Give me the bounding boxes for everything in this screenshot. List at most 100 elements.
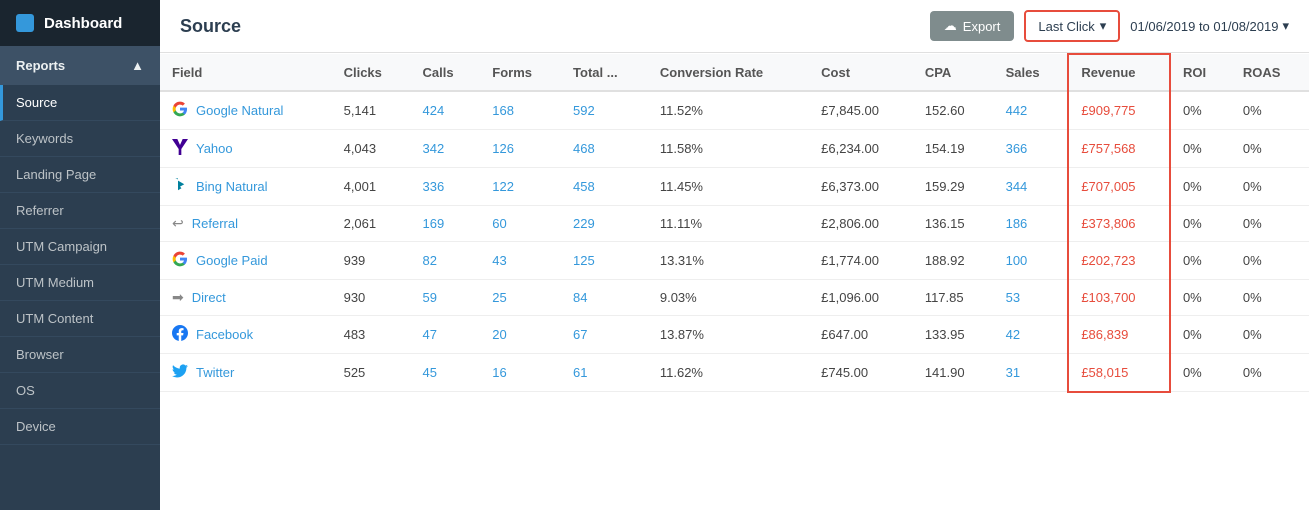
- cell-calls: 59: [411, 280, 481, 316]
- col-header-cost: Cost: [809, 54, 913, 91]
- source-icon: ↩: [172, 215, 184, 232]
- cell-clicks: 525: [332, 354, 411, 392]
- cell-clicks: 5,141: [332, 91, 411, 130]
- cell-revenue: £103,700: [1068, 280, 1170, 316]
- table-row: Google Natural 5,141 424 168 592 11.52% …: [160, 91, 1309, 130]
- cell-cost: £7,845.00: [809, 91, 913, 130]
- table-row: ↩ Referral 2,061 169 60 229 11.11% £2,80…: [160, 206, 1309, 242]
- last-click-button[interactable]: Last Click ▾: [1024, 10, 1120, 42]
- sidebar-item-referrer[interactable]: Referrer: [0, 193, 160, 229]
- topbar-controls: ☁ Export Last Click ▾ 01/06/2019 to 01/0…: [930, 10, 1289, 42]
- sidebar-item-utm-campaign[interactable]: UTM Campaign: [0, 229, 160, 265]
- cell-source: Facebook: [160, 316, 332, 354]
- source-icon: [172, 325, 188, 344]
- reports-chevron-icon: ▲: [131, 58, 144, 73]
- cell-source: Google Paid: [160, 242, 332, 280]
- cell-forms: 60: [480, 206, 561, 242]
- cell-forms: 126: [480, 130, 561, 168]
- cell-revenue: £373,806: [1068, 206, 1170, 242]
- cell-clicks: 483: [332, 316, 411, 354]
- source-name[interactable]: Bing Natural: [196, 179, 268, 194]
- cell-source: ↩ Referral: [160, 206, 332, 242]
- source-name[interactable]: Referral: [192, 216, 238, 231]
- table-header-row: Field Clicks Calls Forms Total ... Conve…: [160, 54, 1309, 91]
- cell-roi: 0%: [1170, 168, 1231, 206]
- cell-revenue: £202,723: [1068, 242, 1170, 280]
- cell-clicks: 4,043: [332, 130, 411, 168]
- cell-conversion-rate: 13.87%: [648, 316, 809, 354]
- cell-revenue: £86,839: [1068, 316, 1170, 354]
- cell-cpa: 159.29: [913, 168, 994, 206]
- sidebar-item-utm-medium[interactable]: UTM Medium: [0, 265, 160, 301]
- cell-total: 229: [561, 206, 648, 242]
- cell-revenue: £707,005: [1068, 168, 1170, 206]
- cell-clicks: 2,061: [332, 206, 411, 242]
- cell-sales: 344: [994, 168, 1069, 206]
- cell-cpa: 154.19: [913, 130, 994, 168]
- data-table-container: Field Clicks Calls Forms Total ... Conve…: [160, 53, 1309, 510]
- cell-roi: 0%: [1170, 206, 1231, 242]
- cell-clicks: 4,001: [332, 168, 411, 206]
- source-name[interactable]: Google Paid: [196, 253, 268, 268]
- cell-cost: £1,774.00: [809, 242, 913, 280]
- source-name[interactable]: Yahoo: [196, 141, 233, 156]
- cell-sales: 53: [994, 280, 1069, 316]
- cell-roas: 0%: [1231, 316, 1309, 354]
- cell-roas: 0%: [1231, 91, 1309, 130]
- calendar-chevron-icon: ▾: [1282, 18, 1289, 34]
- cell-cpa: 117.85: [913, 280, 994, 316]
- main-content: Source ☁ Export Last Click ▾ 01/06/2019 …: [160, 0, 1309, 510]
- col-header-conversion-rate: Conversion Rate: [648, 54, 809, 91]
- table-row: Google Paid 939 82 43 125 13.31% £1,774.…: [160, 242, 1309, 280]
- sidebar-item-browser[interactable]: Browser: [0, 337, 160, 373]
- reports-section[interactable]: Reports ▲: [0, 46, 160, 85]
- col-header-cpa: CPA: [913, 54, 994, 91]
- cell-roi: 0%: [1170, 316, 1231, 354]
- cell-cpa: 188.92: [913, 242, 994, 280]
- cell-cost: £6,234.00: [809, 130, 913, 168]
- export-button[interactable]: ☁ Export: [930, 11, 1015, 41]
- cell-cpa: 136.15: [913, 206, 994, 242]
- cell-roi: 0%: [1170, 242, 1231, 280]
- source-name[interactable]: Facebook: [196, 327, 253, 342]
- cell-total: 67: [561, 316, 648, 354]
- col-header-clicks: Clicks: [332, 54, 411, 91]
- cell-sales: 31: [994, 354, 1069, 392]
- cell-forms: 122: [480, 168, 561, 206]
- cell-forms: 20: [480, 316, 561, 354]
- cell-revenue: £909,775: [1068, 91, 1170, 130]
- sidebar-item-keywords[interactable]: Keywords: [0, 121, 160, 157]
- source-name[interactable]: Google Natural: [196, 103, 283, 118]
- cell-roi: 0%: [1170, 280, 1231, 316]
- source-name[interactable]: Twitter: [196, 365, 234, 380]
- table-row: Twitter 525 45 16 61 11.62% £745.00 141.…: [160, 354, 1309, 392]
- dashboard-icon: [16, 14, 34, 32]
- source-name[interactable]: Direct: [192, 290, 226, 305]
- table-row: Bing Natural 4,001 336 122 458 11.45% £6…: [160, 168, 1309, 206]
- col-header-calls: Calls: [411, 54, 481, 91]
- date-range-picker[interactable]: 01/06/2019 to 01/08/2019 ▾: [1130, 18, 1289, 34]
- cell-conversion-rate: 11.52%: [648, 91, 809, 130]
- col-header-total: Total ...: [561, 54, 648, 91]
- sidebar-header[interactable]: Dashboard: [0, 0, 160, 46]
- source-icon: [172, 101, 188, 120]
- cell-roas: 0%: [1231, 354, 1309, 392]
- cell-calls: 45: [411, 354, 481, 392]
- sidebar-item-utm-content[interactable]: UTM Content: [0, 301, 160, 337]
- source-table: Field Clicks Calls Forms Total ... Conve…: [160, 53, 1309, 393]
- cell-calls: 82: [411, 242, 481, 280]
- cell-total: 61: [561, 354, 648, 392]
- cell-cpa: 133.95: [913, 316, 994, 354]
- table-row: ➡ Direct 930 59 25 84 9.03% £1,096.00 11…: [160, 280, 1309, 316]
- source-icon: [172, 177, 188, 196]
- sidebar-item-landing-page[interactable]: Landing Page: [0, 157, 160, 193]
- cell-total: 125: [561, 242, 648, 280]
- sidebar-item-device[interactable]: Device: [0, 409, 160, 445]
- cell-calls: 169: [411, 206, 481, 242]
- cell-clicks: 939: [332, 242, 411, 280]
- sidebar-item-source[interactable]: Source: [0, 85, 160, 121]
- source-icon: ➡: [172, 289, 184, 306]
- sidebar-item-os[interactable]: OS: [0, 373, 160, 409]
- cell-revenue: £58,015: [1068, 354, 1170, 392]
- cell-roi: 0%: [1170, 91, 1231, 130]
